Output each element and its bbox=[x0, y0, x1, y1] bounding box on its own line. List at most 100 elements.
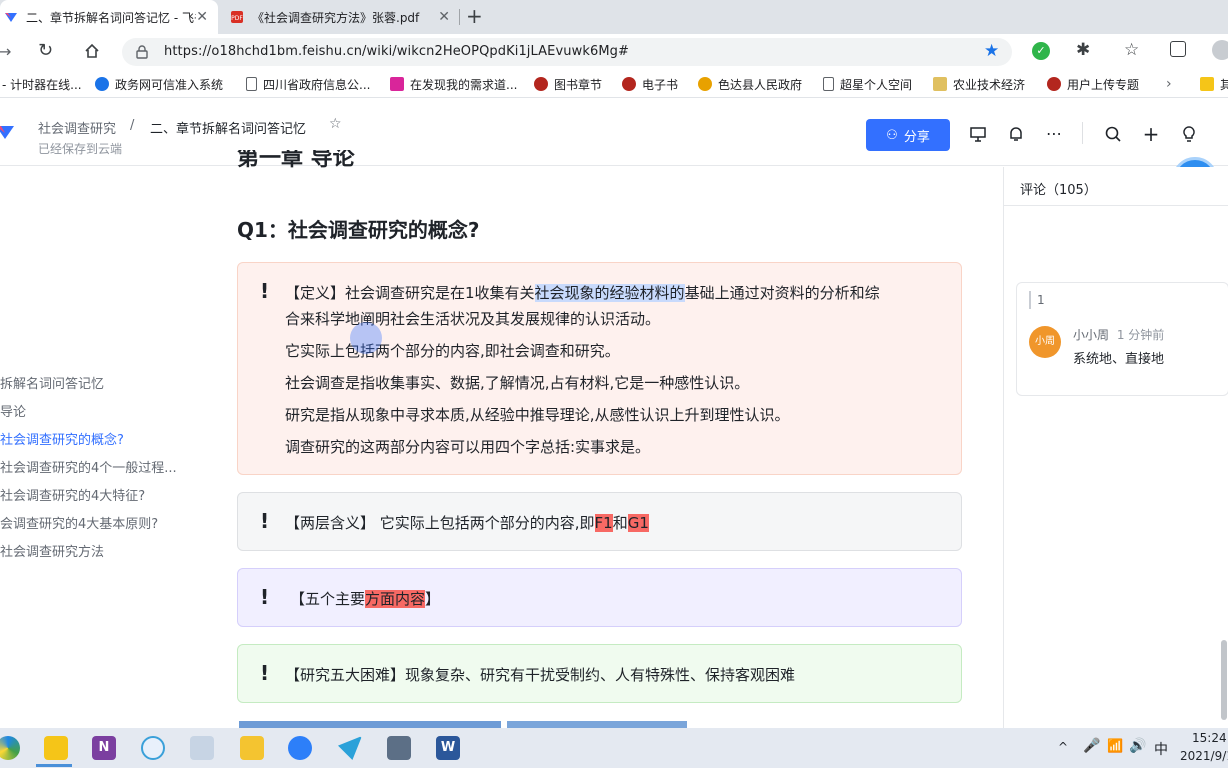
outline-item[interactable]: 社会调查研究方法 bbox=[0, 541, 104, 560]
close-tab-icon[interactable]: ✕ bbox=[196, 9, 208, 25]
media-player-icon[interactable] bbox=[44, 736, 68, 760]
bookmarks-bar: - 计时器在线... 政务网可信准入系统 四川省政府信息公... 在发现我的需求… bbox=[0, 70, 1228, 98]
tab-pdf[interactable]: PDF 《社会调查研究方法》张蓉.pdf ✕ bbox=[226, 0, 462, 34]
outline-item-active[interactable]: 社会调查研究的概念? bbox=[0, 429, 124, 448]
bookmark-label: 图书章节 bbox=[554, 77, 603, 92]
photos-icon[interactable] bbox=[190, 736, 214, 760]
doc-header: 社会调查研究 / 二、章节拆解名词问答记忆 ☆ 已经保存到云端 ⚇ 分享 ⋯ + bbox=[0, 98, 1228, 166]
bookmark-item[interactable]: 四川省政府信息公... bbox=[246, 75, 370, 93]
lock-icon[interactable] bbox=[136, 45, 148, 59]
breadcrumb-page[interactable]: 二、章节拆解名词问答记忆 bbox=[150, 118, 306, 137]
bookmark-item[interactable]: 图书章节 bbox=[534, 75, 602, 93]
active-app-indicator bbox=[36, 764, 72, 767]
favorite-star-icon[interactable]: ☆ bbox=[329, 116, 342, 132]
capture-tool-icon[interactable] bbox=[387, 736, 411, 760]
page-icon bbox=[246, 77, 257, 91]
outline-item[interactable]: 拆解名词问答记忆 bbox=[0, 373, 104, 392]
bookmark-item[interactable]: 在发现我的需求道... bbox=[390, 75, 517, 93]
close-tab-icon[interactable]: ✕ bbox=[438, 9, 450, 25]
bookmark-item[interactable]: 用户上传专题 bbox=[1047, 75, 1139, 93]
header-divider bbox=[1082, 122, 1083, 144]
forward-icon[interactable]: → bbox=[0, 42, 11, 61]
avatar[interactable]: 小周 bbox=[1029, 326, 1061, 358]
folder-icon bbox=[1200, 77, 1214, 91]
clock-date[interactable]: 2021/9/1 bbox=[1180, 749, 1228, 763]
more-options-icon[interactable]: ⋯ bbox=[1044, 124, 1064, 144]
collections-icon[interactable] bbox=[1170, 41, 1186, 57]
extension-check-icon[interactable]: ✓ bbox=[1032, 42, 1050, 60]
outline-item[interactable]: 社会调查研究的4个一般过程... bbox=[0, 457, 177, 476]
bookmark-star-icon[interactable]: ★ bbox=[984, 41, 999, 61]
question-heading: Q1：社会调查研究的概念? bbox=[237, 218, 480, 242]
tab-feishu[interactable]: 二、章节拆解名词问答记忆 - 飞书 ✕ bbox=[0, 0, 218, 34]
microphone-icon[interactable]: 🎤 bbox=[1083, 738, 1100, 754]
embedded-image[interactable] bbox=[507, 721, 687, 728]
browser-toolbar: → ↻ https://o18hchd1bm.feishu.cn/wiki/wi… bbox=[0, 34, 1228, 70]
edge-browser-icon[interactable] bbox=[0, 736, 20, 760]
search-icon[interactable] bbox=[1103, 124, 1123, 144]
text-run: 和 bbox=[612, 514, 628, 532]
feishu-logo-icon bbox=[5, 13, 17, 22]
callout-line: 调查研究的这两部分内容可以用四个字总括:实事求是。 bbox=[285, 438, 651, 456]
new-tab-button[interactable]: + bbox=[466, 4, 483, 28]
bookmark-item[interactable]: - 计时器在线... bbox=[2, 75, 82, 93]
clock-time[interactable]: 15:24 bbox=[1192, 731, 1227, 745]
tab-label: 二、章节拆解名词问答记忆 - 飞书 bbox=[26, 10, 196, 25]
comment-meta: 小小周 1 分钟前 bbox=[1073, 326, 1164, 343]
exclamation-icon: ! bbox=[260, 661, 270, 685]
bookmark-label: 在发现我的需求道... bbox=[410, 77, 518, 92]
share-button[interactable]: ⚇ 分享 bbox=[866, 119, 950, 151]
word-icon[interactable]: W bbox=[436, 736, 460, 760]
add-icon[interactable]: + bbox=[1141, 124, 1161, 144]
breadcrumb-root[interactable]: 社会调查研究 bbox=[38, 118, 116, 137]
ime-indicator[interactable]: 中 bbox=[1154, 739, 1168, 759]
callout-line: 【研究五大困难】现象复杂、研究有干扰受制约、人有特殊性、保持客观困难 bbox=[285, 666, 796, 684]
tab-label: 《社会调查研究方法》张蓉.pdf bbox=[252, 10, 420, 25]
volume-icon[interactable]: 🔊 bbox=[1129, 738, 1146, 754]
blank-highlight[interactable]: F1 bbox=[594, 514, 613, 532]
lightbulb-icon[interactable] bbox=[1179, 124, 1199, 144]
bookmarks-overflow-chevron-icon[interactable]: › bbox=[1166, 75, 1172, 93]
blank-highlight[interactable]: 方面内容 bbox=[365, 590, 426, 608]
embedded-image[interactable] bbox=[239, 721, 501, 728]
bookmark-item[interactable]: 色达县人民政府 bbox=[698, 75, 802, 93]
network-icon[interactable]: 📶 bbox=[1107, 739, 1123, 754]
browser-tab-strip: 二、章节拆解名词问答记忆 - 飞书 ✕ PDF 《社会调查研究方法》张蓉.pdf… bbox=[0, 0, 1228, 34]
callout-line: 合来科学地阐明社会生活状况及其发展规律的认识活动。 bbox=[285, 310, 661, 328]
home-icon[interactable] bbox=[83, 42, 101, 60]
callout-line: 【五个主要方面内容】 bbox=[290, 588, 440, 609]
bookmark-label: 四川省政府信息公... bbox=[263, 77, 371, 92]
comment-author[interactable]: 小小周 bbox=[1073, 328, 1109, 342]
bookmark-item[interactable]: 农业技术经济 bbox=[933, 75, 1025, 93]
feishu-logo-icon[interactable] bbox=[0, 124, 14, 140]
bookmark-label: 其 bbox=[1220, 77, 1228, 92]
bell-icon[interactable] bbox=[1006, 124, 1026, 144]
comment-card[interactable]: 1 小周 小小周 1 分钟前 系统地、直接地 bbox=[1016, 282, 1228, 396]
app-swirl-icon[interactable] bbox=[141, 736, 165, 760]
bookmark-item[interactable]: 超星个人空间 bbox=[823, 75, 912, 93]
telegram-icon[interactable] bbox=[338, 736, 362, 760]
profile-avatar[interactable] bbox=[1212, 40, 1228, 60]
extensions-puzzle-icon[interactable]: ✱ bbox=[1076, 40, 1090, 60]
text-run: 【定义】社会调查研究是在1收集有关 bbox=[285, 284, 535, 302]
tray-chevron-up-icon[interactable]: ^ bbox=[1058, 740, 1068, 754]
browser-blue-icon[interactable] bbox=[288, 736, 312, 760]
agri-icon bbox=[933, 77, 947, 91]
file-explorer-icon[interactable] bbox=[240, 736, 264, 760]
bookmark-item[interactable]: 电子书 bbox=[622, 75, 678, 93]
library-icon bbox=[534, 77, 548, 91]
address-bar[interactable]: https://o18hchd1bm.feishu.cn/wiki/wikcn2… bbox=[122, 38, 1012, 66]
favorites-icon[interactable]: ☆ bbox=[1124, 40, 1139, 60]
bookmark-item[interactable]: 政务网可信准入系统 bbox=[95, 75, 223, 93]
bookmark-folder[interactable]: 其 bbox=[1200, 75, 1228, 93]
reload-icon[interactable]: ↻ bbox=[38, 40, 53, 61]
outline-item[interactable]: 社会调查研究的4大特征? bbox=[0, 485, 145, 504]
blank-highlight[interactable]: G1 bbox=[627, 514, 649, 532]
outline-item[interactable]: 导论 bbox=[0, 401, 26, 420]
library-icon bbox=[622, 77, 636, 91]
panel-scrollbar[interactable] bbox=[1221, 640, 1227, 720]
presentation-icon[interactable] bbox=[968, 124, 988, 144]
outline-item[interactable]: 会调查研究的4大基本原则? bbox=[0, 513, 158, 532]
bookmark-label: 电子书 bbox=[642, 77, 679, 92]
onenote-icon[interactable]: N bbox=[92, 736, 116, 760]
